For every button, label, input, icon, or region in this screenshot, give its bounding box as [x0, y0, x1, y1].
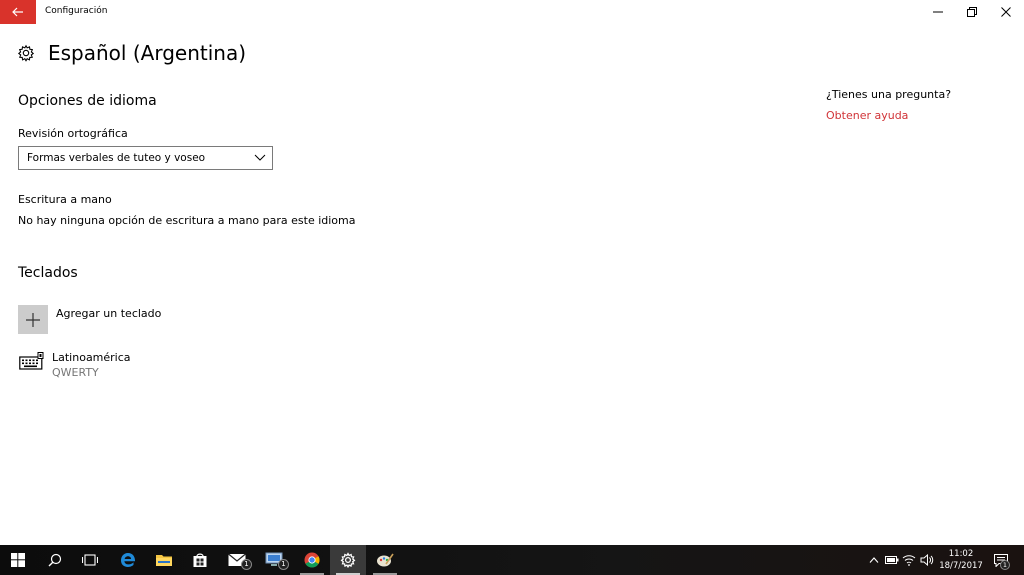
battery-tray-button[interactable] [883, 545, 901, 575]
title-bar: Configuración [0, 0, 1024, 24]
show-hidden-icons-button[interactable] [866, 545, 882, 575]
mail-button[interactable]: 1 [219, 545, 255, 575]
notification-badge: 1 [1000, 560, 1010, 570]
get-help-link[interactable]: Obtener ayuda [826, 109, 908, 122]
settings-taskbar-button[interactable] [330, 545, 366, 575]
clock-time: 11:02 [948, 549, 974, 559]
minimize-button[interactable] [921, 0, 955, 24]
handwriting-label: Escritura a mano [18, 193, 112, 206]
close-button[interactable] [989, 0, 1023, 24]
keyboard-item-layout: QWERTY [52, 366, 99, 379]
taskbar-search-button[interactable] [37, 545, 73, 575]
mail-badge: 1 [241, 559, 252, 570]
chevron-up-icon [869, 557, 879, 563]
taskbar-clock[interactable]: 11:02 18/7/2017 [936, 548, 986, 572]
chrome-button[interactable] [294, 545, 330, 575]
minimize-icon [933, 11, 943, 13]
keyboards-heading: Teclados [18, 265, 78, 281]
paint-icon [377, 553, 394, 567]
edge-icon [121, 553, 136, 567]
store-icon [193, 553, 207, 567]
start-icon [11, 553, 25, 567]
battery-icon [885, 556, 899, 564]
computer-button[interactable]: 1 [256, 545, 292, 575]
chevron-down-icon [254, 154, 266, 161]
task-view-button[interactable] [72, 545, 108, 575]
back-arrow-icon [12, 7, 23, 17]
computer-badge: 1 [278, 559, 289, 570]
keyboard-item-name: Latinoamérica [52, 351, 131, 364]
file-explorer-icon [156, 555, 172, 566]
restore-icon [967, 7, 977, 17]
spellcheck-dropdown[interactable]: Formas verbales de tuteo y voseo [18, 146, 273, 170]
wifi-icon [902, 555, 916, 566]
chrome-icon [304, 552, 320, 568]
task-view-icon [82, 554, 98, 566]
volume-icon [920, 554, 934, 566]
spellcheck-dropdown-value: Formas verbales de tuteo y voseo [27, 152, 206, 164]
settings-icon [340, 552, 356, 568]
add-keyboard-label[interactable]: Agregar un teclado [56, 307, 161, 320]
edge-button[interactable] [110, 545, 146, 575]
network-tray-button[interactable] [900, 545, 918, 575]
handwriting-text: No hay ninguna opción de escritura a man… [18, 214, 356, 227]
back-button[interactable] [0, 0, 36, 24]
action-center-button[interactable]: 1 [990, 545, 1012, 575]
help-question: ¿Tienes una pregunta? [826, 88, 952, 101]
plus-icon [26, 312, 40, 327]
gear-icon [17, 44, 35, 62]
file-explorer-button[interactable] [146, 545, 182, 575]
add-keyboard-button[interactable] [18, 305, 48, 334]
taskbar: 1 1 11:02 18/7/2017 1 [0, 545, 1024, 575]
restore-button[interactable] [955, 0, 989, 24]
language-options-heading: Opciones de idioma [18, 93, 157, 109]
settings-window: Configuración Español (Argentina) Opcion… [0, 0, 1024, 545]
clock-date: 18/7/2017 [939, 561, 983, 571]
paint-button[interactable] [367, 545, 403, 575]
search-icon [48, 553, 62, 567]
start-button[interactable] [0, 545, 36, 575]
page-title: Español (Argentina) [48, 41, 246, 65]
window-title: Configuración [45, 6, 108, 16]
close-icon [1001, 7, 1011, 17]
store-button[interactable] [182, 545, 218, 575]
volume-tray-button[interactable] [918, 545, 936, 575]
keyboard-icon [19, 352, 44, 370]
spellcheck-label: Revisión ortográfica [18, 127, 128, 140]
